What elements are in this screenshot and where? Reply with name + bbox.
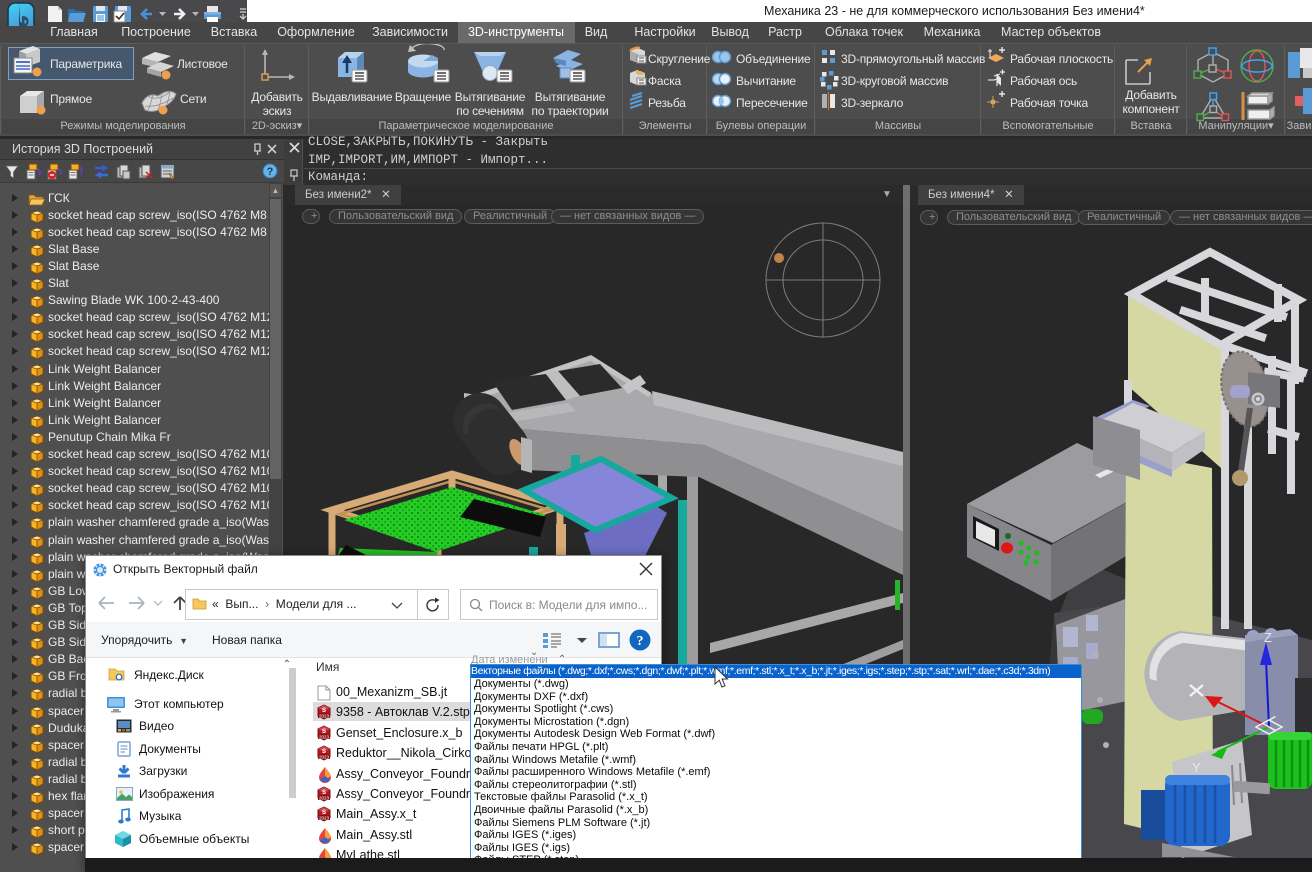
svg-text:S: S	[322, 810, 326, 816]
svg-text:?: ?	[267, 166, 274, 178]
svg-text:2023: 2023	[319, 734, 330, 739]
svg-text:2023: 2023	[319, 816, 330, 821]
svg-text:S: S	[322, 708, 326, 714]
svg-text:Z: Z	[1264, 630, 1272, 645]
svg-text:2023: 2023	[319, 755, 330, 760]
svg-text:S: S	[322, 729, 326, 735]
svg-text:Y: Y	[1192, 760, 1201, 775]
svg-text:S: S	[322, 749, 326, 755]
svg-text:S: S	[322, 790, 326, 796]
svg-text:?: ?	[637, 634, 644, 649]
svg-text:2023: 2023	[319, 714, 330, 719]
svg-text:2023: 2023	[319, 796, 330, 801]
